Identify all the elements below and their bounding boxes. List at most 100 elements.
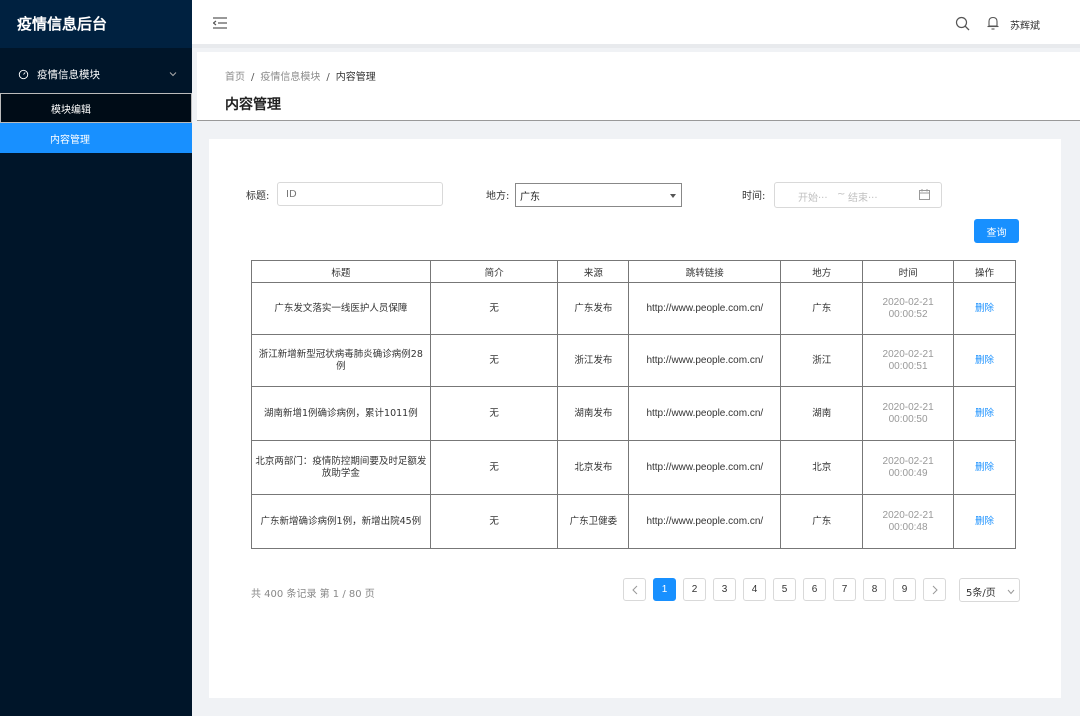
breadcrumb-module[interactable]: 疫情信息模块 [260, 72, 320, 83]
cell-date: 2020-02-21 [882, 296, 934, 308]
sidebar-item-label: 模块编辑 [51, 104, 91, 116]
cell-intro: 无 [429, 334, 559, 387]
prev-page-button[interactable] [623, 578, 646, 601]
cell-source: 浙江发布 [557, 334, 630, 387]
time-filter-label: 时间: [742, 191, 766, 202]
title-filter-label: 标题: [246, 191, 270, 202]
cell-time: 2020-02-21 00:00:52 [862, 282, 955, 335]
cell-clock: 00:00:49 [888, 467, 928, 479]
region-select[interactable]: 广东 [515, 183, 682, 207]
pagination-summary: 共 400 条记录 第 1 / 80 页 [251, 589, 375, 600]
page-button-9[interactable]: 9 [893, 578, 916, 601]
cell-region: 广东 [780, 282, 864, 335]
title-search-input[interactable] [277, 182, 443, 206]
column-header[interactable]: 简介 [429, 260, 559, 283]
table-row: 北京两部门：疫情防控期间要及时足额发放助学金 无 北京发布 http://www… [251, 440, 1016, 495]
column-header[interactable]: 跳转链接 [628, 260, 782, 283]
date-end: 结束··· [848, 193, 878, 204]
page-button-1[interactable]: 1 [653, 578, 676, 601]
sidebar-item-label: 内容管理 [50, 134, 90, 146]
cell-source: 广东发布 [557, 282, 630, 335]
cell-date: 2020-02-21 [882, 348, 934, 360]
next-page-button[interactable] [923, 578, 946, 601]
content-table: 标题 简介 来源 跳转链接 地方 时间 操作 广东发文落实一线医护人员保障 无 … [251, 260, 1016, 549]
breadcrumb-home[interactable]: 首页 [225, 72, 245, 83]
breadcrumb-current: 内容管理 [335, 72, 376, 83]
content-card: 标题: 地方: 广东 时间: 开始··· ~ 结束··· 查询 标题 简介 来源… [209, 139, 1061, 698]
cell-region: 广东 [780, 494, 864, 549]
query-button[interactable]: 查询 [974, 219, 1019, 243]
cell-action: 删除 [953, 386, 1016, 441]
chevron-down-icon [1007, 587, 1015, 595]
dashboard-icon [18, 69, 29, 80]
page-button-7[interactable]: 7 [833, 578, 856, 601]
page-button-3[interactable]: 3 [713, 578, 736, 601]
table-row: 广东新增确诊病例1例，新增出院45例 无 广东卫健委 http://www.pe… [251, 494, 1016, 549]
column-header[interactable]: 时间 [862, 260, 955, 283]
cell-intro: 无 [429, 440, 559, 495]
date-range-picker[interactable]: 开始··· ~ 结束··· [774, 182, 942, 208]
cell-time: 2020-02-21 00:00:48 [862, 494, 955, 549]
page-button-2[interactable]: 2 [683, 578, 706, 601]
chevron-down-icon [168, 69, 178, 79]
page-button-8[interactable]: 8 [863, 578, 886, 601]
table-header-row: 标题 简介 来源 跳转链接 地方 时间 操作 [251, 260, 1016, 283]
caret-down-icon [670, 194, 676, 198]
date-separator: ~ [837, 189, 846, 200]
cell-link[interactable]: http://www.people.com.cn/ [628, 440, 782, 495]
cell-title: 北京两部门：疫情防控期间要及时足额发放助学金 [251, 440, 431, 495]
cell-region: 北京 [780, 440, 864, 495]
date-start: 开始··· [798, 193, 828, 204]
cell-time: 2020-02-21 00:00:49 [862, 440, 955, 495]
column-header[interactable]: 标题 [251, 260, 431, 283]
user-name[interactable]: 苏辉斌 [1010, 17, 1040, 32]
cell-source: 湖南发布 [557, 386, 630, 441]
delete-link[interactable]: 删除 [975, 303, 994, 314]
page-header: 首页 / 疫情信息模块 / 内容管理 内容管理 [197, 52, 1080, 121]
region-filter-label: 地方: [486, 191, 510, 202]
cell-source: 广东卫健委 [557, 494, 630, 549]
delete-link[interactable]: 删除 [975, 462, 994, 473]
app-title: 疫情信息后台 [0, 0, 192, 48]
cell-link[interactable]: http://www.people.com.cn/ [628, 334, 782, 387]
cell-clock: 00:00:51 [888, 360, 928, 372]
bell-icon[interactable] [986, 15, 1000, 31]
cell-title: 湖南新增1例确诊病例，累计1011例 [251, 386, 431, 441]
cell-action: 删除 [953, 282, 1016, 335]
cell-intro: 无 [429, 386, 559, 441]
search-icon[interactable] [955, 16, 970, 31]
page-button-5[interactable]: 5 [773, 578, 796, 601]
cell-clock: 00:00:52 [888, 308, 928, 320]
column-header[interactable]: 来源 [557, 260, 630, 283]
delete-link[interactable]: 删除 [975, 355, 994, 366]
cell-link[interactable]: http://www.people.com.cn/ [628, 386, 782, 441]
cell-source: 北京发布 [557, 440, 630, 495]
cell-time: 2020-02-21 00:00:51 [862, 334, 955, 387]
page-size-select[interactable]: 5条/页 [959, 578, 1020, 602]
sidebar: 疫情信息后台 疫情信息模块 模块编辑 内容管理 [0, 0, 192, 716]
sidebar-item-module-edit[interactable]: 模块编辑 [0, 93, 192, 123]
cell-date: 2020-02-21 [882, 455, 934, 467]
cell-link[interactable]: http://www.people.com.cn/ [628, 282, 782, 335]
page-button-6[interactable]: 6 [803, 578, 826, 601]
column-header[interactable]: 操作 [953, 260, 1016, 283]
cell-link[interactable]: http://www.people.com.cn/ [628, 494, 782, 549]
cell-date: 2020-02-21 [882, 509, 934, 521]
cell-title: 广东发文落实一线医护人员保障 [251, 282, 431, 335]
cell-action: 删除 [953, 440, 1016, 495]
sidebar-item-content-management[interactable]: 内容管理 [0, 123, 192, 153]
menu-fold-icon[interactable] [212, 17, 227, 29]
page-button-4[interactable]: 4 [743, 578, 766, 601]
cell-date: 2020-02-21 [882, 401, 934, 413]
column-header[interactable]: 地方 [780, 260, 864, 283]
cell-clock: 00:00:48 [888, 521, 928, 533]
page-title: 内容管理 [225, 97, 281, 113]
chevron-right-icon [932, 585, 938, 594]
delete-link[interactable]: 删除 [975, 516, 994, 527]
pagination: 1 2 3 4 5 6 7 8 9 [623, 578, 953, 601]
delete-link[interactable]: 删除 [975, 408, 994, 419]
cell-title: 浙江新增新型冠状病毒肺炎确诊病例28例 [251, 334, 431, 387]
cell-region: 浙江 [780, 334, 864, 387]
calendar-icon [919, 189, 930, 200]
top-header: 苏辉斌 [192, 0, 1080, 48]
